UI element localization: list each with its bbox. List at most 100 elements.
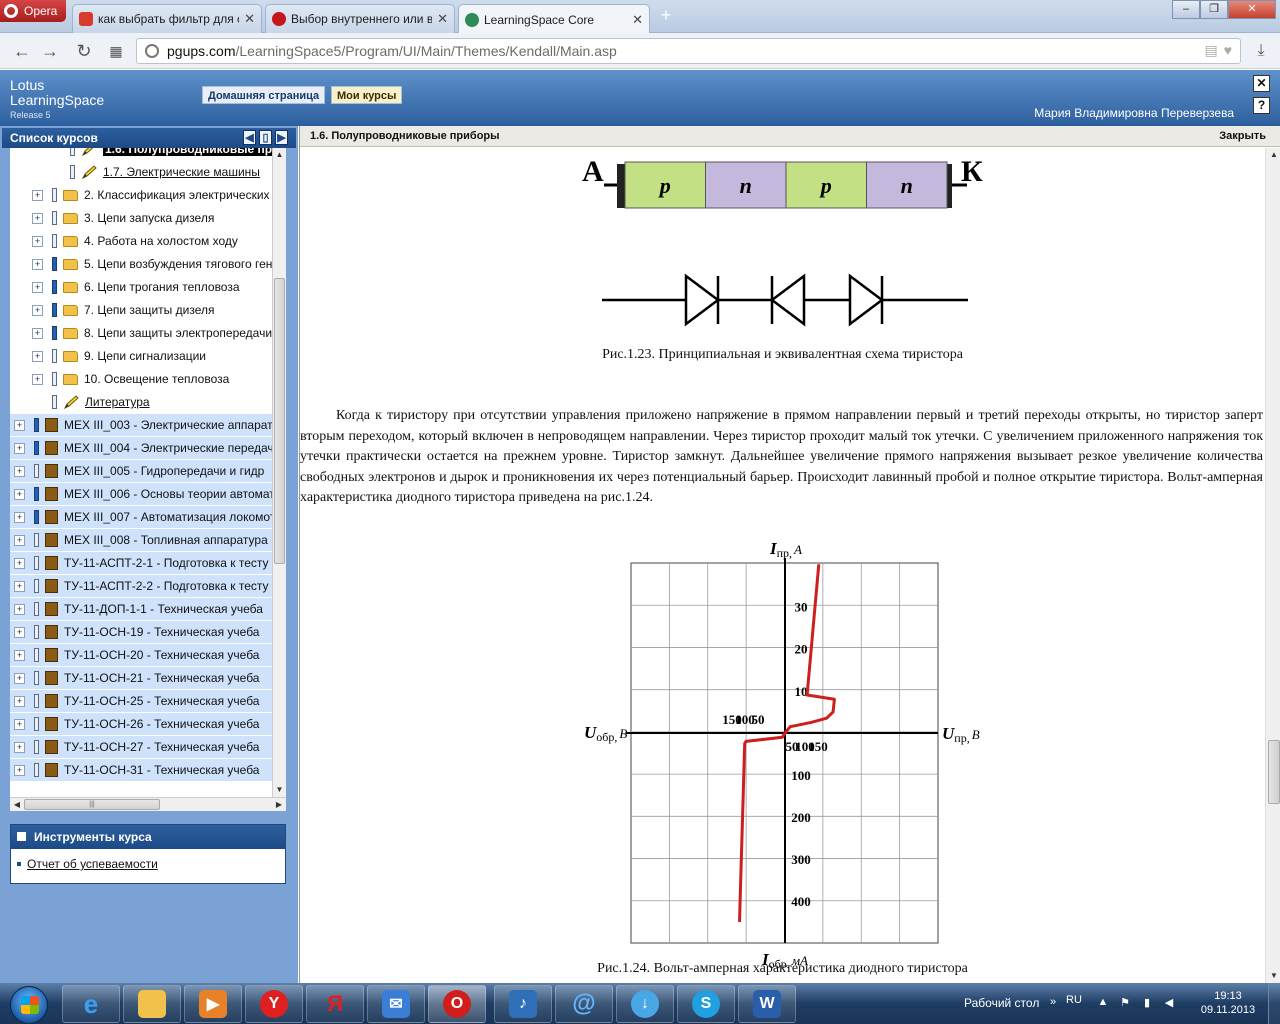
taskbar-media[interactable]: ▶ [184,985,242,1023]
close-x-icon[interactable]: ✕ [1253,75,1270,92]
reload-icon[interactable]: ↻ [72,39,96,63]
tree-row[interactable]: + МЕХ III_005 - Гидропередачи и гидр [10,460,272,482]
tab-2[interactable]: Выбор внутреннего или в ✕ [265,4,455,33]
opera-menu-button[interactable]: Opera [0,0,66,22]
download-icon[interactable]: ⤓ [1250,42,1272,62]
performance-report-link[interactable]: Отчет об успеваемости [11,849,285,871]
tree-row[interactable]: + ТУ-11-ОСН-19 - Техническая учеба [10,621,272,643]
back-arrow-icon[interactable]: ← [10,39,34,63]
tab-1[interactable]: как выбрать фильтр для с ✕ [72,4,262,33]
network-icon[interactable]: ▮ [1140,996,1154,1010]
tree-row-label[interactable]: МЕХ III_003 - Электрические аппараты [64,418,272,432]
tree-row-label[interactable]: ТУ-11-ОСН-27 - Техническая учеба [64,740,259,754]
tree-row[interactable]: +9. Цепи сигнализации [10,345,272,367]
expand-plus-icon[interactable]: + [14,649,25,661]
tree-row-label[interactable]: 4. Работа на холостом ходу [84,234,238,248]
tree-row[interactable]: +5. Цепи возбуждения тягового генератора [10,253,272,275]
close-window-icon[interactable]: ✕ [1228,0,1276,19]
collapse-left-icon[interactable]: ◀ [243,130,256,145]
tree-row[interactable]: 1.6. Полупроводниковые приборы [10,148,272,160]
expand-plus-icon[interactable]: + [14,695,25,707]
tree-row[interactable]: + ТУ-11-ОСН-31 - Техническая учеба [10,759,272,781]
taskbar-downloader[interactable]: ↓ [616,985,674,1023]
url-field[interactable]: pgups.com/LearningSpace5/Program/UI/Main… [136,38,1241,64]
expand-right-icon[interactable]: ▶ [275,130,288,145]
tree-row-label[interactable]: 7. Цепи защиты дизеля [84,303,214,317]
tree-row[interactable]: + ТУ-11-АСПТ-2-2 - Подготовка к тесту [10,575,272,597]
new-tab-plus-icon[interactable]: + [656,6,676,26]
show-desktop-button[interactable] [1268,983,1280,1024]
tree-row[interactable]: + МЕХ III_003 - Электрические аппараты [10,414,272,436]
minimize-window-icon[interactable]: – [1172,0,1200,19]
expand-plus-icon[interactable]: + [14,764,25,776]
tree-row-label[interactable]: ТУ-11-ОСН-21 - Техническая учеба [64,671,259,685]
close-content-link[interactable]: Закрыть [1219,126,1266,147]
tree-row-label[interactable]: ТУ-11-ОСН-26 - Техническая учеба [64,717,259,731]
heart-icon[interactable]: ♥ [1224,42,1232,59]
tree-row-label[interactable]: МЕХ III_006 - Основы теории автоматики [64,487,272,501]
tree-row[interactable]: + ТУ-11-ОСН-20 - Техническая учеба [10,644,272,666]
tree-row-label[interactable]: МЕХ III_008 - Топливная аппаратура [64,533,268,547]
tree-row-label[interactable]: 10. Освещение тепловоза [84,372,229,386]
tree-row-label[interactable]: 9. Цепи сигнализации [84,349,206,363]
restore-window-icon[interactable]: ❐ [1200,0,1228,19]
taskbar-volume-app[interactable]: ♪ [494,985,552,1023]
language-indicator[interactable]: RU [1066,994,1082,1006]
taskbar-yandex-browser[interactable]: Y [245,985,303,1023]
volume-icon[interactable]: ◀ [1162,996,1176,1010]
tree-row[interactable]: + ТУ-11-АСПТ-2-1 - Подготовка к тесту [10,552,272,574]
tree-row-label[interactable]: 8. Цепи защиты электропередачи [84,326,272,340]
expand-plus-icon[interactable]: + [14,534,25,546]
tree-row[interactable]: + ТУ-11-ОСН-26 - Техническая учеба [10,713,272,735]
panel-toggle-icon[interactable]: ▯ [259,130,272,145]
tree-row[interactable]: + МЕХ III_004 - Электрические передачи [10,437,272,459]
expand-plus-icon[interactable]: + [14,557,25,569]
scroll-up-icon[interactable]: ▲ [1266,148,1280,162]
tab-close-icon[interactable]: ✕ [244,11,255,27]
expand-plus-icon[interactable]: + [14,488,25,500]
tree-row[interactable]: +7. Цепи защиты дизеля [10,299,272,321]
flag-icon[interactable]: ⚑ [1118,996,1132,1010]
tree-row-label[interactable]: 6. Цепи трогания тепловоза [84,280,240,294]
start-button[interactable] [2,984,56,1024]
expand-plus-icon[interactable]: + [14,465,25,477]
tree-row[interactable]: + МЕХ III_008 - Топливная аппаратура [10,529,272,551]
desktop-toolbar-label[interactable]: Рабочий стол [964,996,1039,1010]
tree-row[interactable]: +8. Цепи защиты электропередачи [10,322,272,344]
tree-row-label[interactable]: ТУ-11-ОСН-19 - Техническая учеба [64,625,259,639]
tree-row[interactable]: +4. Работа на холостом ходу [10,230,272,252]
tab-close-icon[interactable]: ✕ [437,11,448,27]
tree-row-label[interactable]: 2. Классификация электрических цепей [84,188,272,202]
tree-row-label[interactable]: МЕХ III_004 - Электрические передачи [64,441,272,455]
tree-row[interactable]: + ТУ-11-ОСН-21 - Техническая учеба [10,667,272,689]
tree-horizontal-scrollbar[interactable]: ◀ ||| ▶ [10,797,286,811]
expand-plus-icon[interactable]: + [32,327,43,339]
expand-plus-icon[interactable]: + [32,350,43,362]
tree-row-label[interactable]: 1.7. Электрические машины [103,165,260,179]
taskbar-word[interactable]: W [738,985,796,1023]
scroll-up-icon[interactable]: ▲ [273,148,286,162]
clock[interactable]: 19:13 09.11.2013 [1193,989,1263,1017]
site-info-icon[interactable] [145,44,159,58]
tab-3-active[interactable]: LearningSpace Core ✕ [458,4,650,34]
tree-row-label[interactable]: 3. Цепи запуска дизеля [84,211,214,225]
expand-plus-icon[interactable]: + [14,603,25,615]
help-question-icon[interactable]: ? [1253,97,1270,114]
expand-plus-icon[interactable]: + [32,189,43,201]
tree-row[interactable]: +3. Цепи запуска дизеля [10,207,272,229]
expand-plus-icon[interactable]: + [14,580,25,592]
scroll-right-icon[interactable]: ▶ [272,798,286,812]
expand-plus-icon[interactable]: + [32,281,43,293]
expand-plus-icon[interactable]: + [14,511,25,523]
forward-arrow-icon[interactable]: → [38,39,62,63]
expand-plus-icon[interactable]: + [32,258,43,270]
tree-row-label[interactable]: Литература [85,395,150,409]
tree-vertical-scrollbar[interactable]: ▲ ▼ [272,148,286,797]
tree-row[interactable]: + ТУ-11-ДОП-1-1 - Техническая учеба [10,598,272,620]
tree-hscroll-thumb[interactable]: ||| [24,799,160,810]
scroll-left-icon[interactable]: ◀ [10,798,24,812]
taskbar-skype[interactable]: S [677,985,735,1023]
tree-row[interactable]: Литература [10,391,272,413]
taskbar-mail-agent[interactable]: @ [555,985,613,1023]
tree-row-label[interactable]: МЕХ III_005 - Гидропередачи и гидр [64,464,264,478]
